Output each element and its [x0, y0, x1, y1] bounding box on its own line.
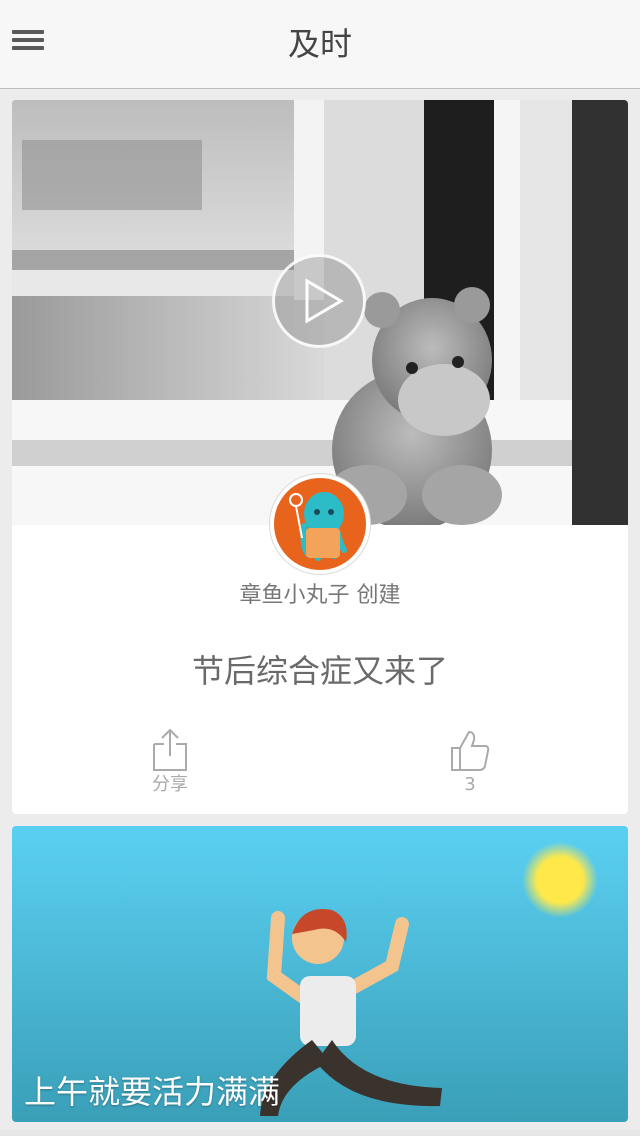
- like-button[interactable]: 3: [410, 728, 530, 804]
- share-icon: [153, 728, 187, 771]
- feed-card[interactable]: 章鱼小丸子 创建 节后综合症又来了 分享 3: [12, 100, 628, 814]
- thumbs-up-icon: [451, 730, 490, 771]
- play-icon: [305, 278, 344, 324]
- creator-avatar[interactable]: [270, 474, 370, 574]
- share-button[interactable]: 分享: [110, 728, 230, 804]
- page-title: 及时: [287, 25, 352, 63]
- top-nav-bar: 及时: [0, 0, 640, 89]
- card-title[interactable]: 节后综合症又来了: [12, 648, 628, 694]
- share-label: 分享: [152, 774, 188, 795]
- play-video-button[interactable]: [272, 254, 366, 348]
- card-title[interactable]: 上午就要活力满满: [24, 1070, 280, 1114]
- next-card-edge: [0, 1130, 640, 1136]
- like-count: 3: [464, 774, 476, 795]
- creator-label[interactable]: 章鱼小丸子 创建: [12, 580, 628, 612]
- feed-card[interactable]: 上午就要活力满满: [12, 826, 628, 1122]
